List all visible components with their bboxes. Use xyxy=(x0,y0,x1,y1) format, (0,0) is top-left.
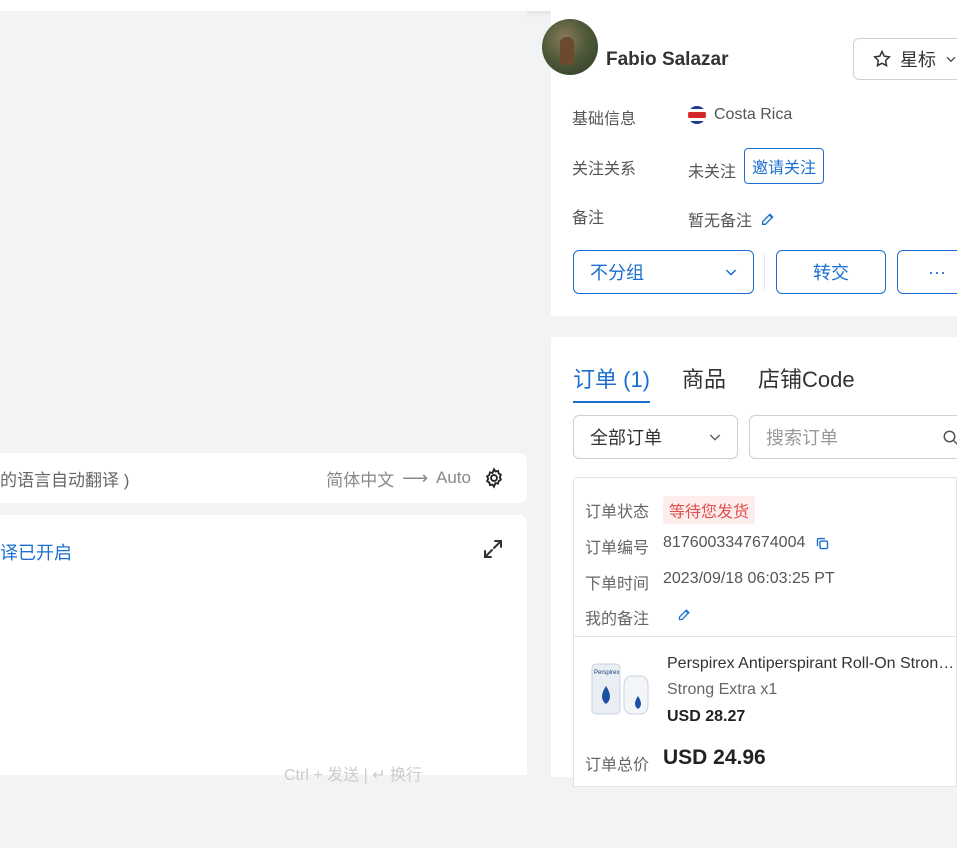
edit-icon[interactable] xyxy=(677,607,692,622)
avatar xyxy=(542,19,598,75)
target-language: Auto xyxy=(436,468,471,487)
costa-rica-flag-icon xyxy=(688,106,706,124)
tab-orders[interactable]: 订单 (1) xyxy=(573,362,651,403)
follow-status: 未关注 xyxy=(688,163,737,181)
order-id: 8176003347674004 xyxy=(663,534,806,551)
more-button[interactable]: ··· xyxy=(897,250,957,294)
order-filter-select[interactable]: 全部订单 xyxy=(573,415,738,459)
order-total-label: 订单总价 xyxy=(585,757,650,774)
order-search-input[interactable]: 搜索订单 xyxy=(749,415,957,459)
follow-value-row: 未关注 邀请关注 xyxy=(688,148,825,184)
send-hint: Ctrl + 发送 | ↵ 换行 xyxy=(284,767,423,784)
basic-info-value: Costa Rica xyxy=(688,106,792,124)
order-id-label: 订单编号 xyxy=(585,540,650,557)
product-variant: Strong Extra x1 xyxy=(667,681,778,698)
star-button[interactable]: 星标 xyxy=(853,38,957,80)
arrow-right-icon: ⟶ xyxy=(402,467,429,488)
expand-icon[interactable] xyxy=(481,537,505,561)
transfer-button[interactable]: 转交 xyxy=(776,250,886,294)
star-label: 星标 xyxy=(900,50,936,70)
divider xyxy=(574,636,957,637)
order-card: 订单状态 等待您发货 订单编号 8176003347674004 下单时间 20… xyxy=(573,477,957,787)
order-search-placeholder: 搜索订单 xyxy=(766,428,838,448)
chevron-down-icon xyxy=(725,269,737,276)
basic-info-label: 基础信息 xyxy=(572,111,637,128)
translate-bar: 的语言自动翻译 ) 简体中文 ⟶ Auto xyxy=(0,453,527,503)
top-bar xyxy=(0,0,957,11)
source-language: 简体中文 xyxy=(326,470,395,490)
chevron-down-icon xyxy=(709,434,721,441)
status-badge: 等待您发货 xyxy=(663,496,756,524)
orders-panel: 订单 (1) 商品 店铺Code 全部订单 搜索订单 订单状态 等待您发货 订单… xyxy=(551,337,957,787)
message-editor[interactable]: 译已开启 Ctrl + 发送 | ↵ 换行 xyxy=(0,515,527,784)
translate-hint: 的语言自动翻译 ) xyxy=(0,470,130,490)
order-remark-label: 我的备注 xyxy=(585,611,650,628)
tab-bar: 订单 (1) 商品 店铺Code xyxy=(573,362,855,403)
customer-name: Fabio Salazar xyxy=(606,49,729,70)
translation-status: 译已开启 xyxy=(0,543,72,563)
order-filter-value: 全部订单 xyxy=(590,428,662,448)
product-title[interactable]: Perspirex Antiperspirant Roll-On Strong … xyxy=(667,655,957,673)
product-image[interactable]: Perspirex xyxy=(586,654,656,724)
star-icon xyxy=(873,49,891,67)
product-price: USD 28.27 xyxy=(667,708,746,725)
copy-icon[interactable] xyxy=(815,536,830,551)
order-time: 2023/09/18 06:03:25 PT xyxy=(663,570,835,587)
group-select[interactable]: 不分组 xyxy=(573,250,754,294)
note-label: 备注 xyxy=(572,210,605,227)
invite-follow-button[interactable]: 邀请关注 xyxy=(744,148,825,184)
edit-icon[interactable] xyxy=(760,211,776,227)
tab-products[interactable]: 商品 xyxy=(682,362,726,403)
order-status-label: 订单状态 xyxy=(585,504,650,521)
customer-profile-card: Fabio Salazar 星标 基础信息 Costa Rica 关注关系 未关… xyxy=(542,11,957,316)
order-id-row: 8176003347674004 xyxy=(663,534,830,552)
country: Costa Rica xyxy=(714,106,793,123)
divider xyxy=(764,253,765,291)
product-brand: Perspirex xyxy=(594,670,619,676)
order-status-row: 等待您发货 xyxy=(663,496,756,524)
chat-message-area xyxy=(0,11,527,443)
order-remark-row xyxy=(677,607,692,622)
group-value: 不分组 xyxy=(590,263,644,283)
note-value-row: 暂无备注 xyxy=(688,207,776,231)
tab-store-code[interactable]: 店铺Code xyxy=(758,362,855,403)
order-total-value: USD 24.96 xyxy=(663,746,766,769)
search-icon[interactable] xyxy=(942,429,957,447)
note-value: 暂无备注 xyxy=(688,213,753,230)
order-time-label: 下单时间 xyxy=(585,576,650,593)
gear-icon[interactable] xyxy=(483,467,505,489)
follow-label: 关注关系 xyxy=(572,161,637,178)
translate-language-switch[interactable]: 简体中文 ⟶ Auto xyxy=(326,466,471,491)
chevron-down-icon xyxy=(946,56,956,63)
